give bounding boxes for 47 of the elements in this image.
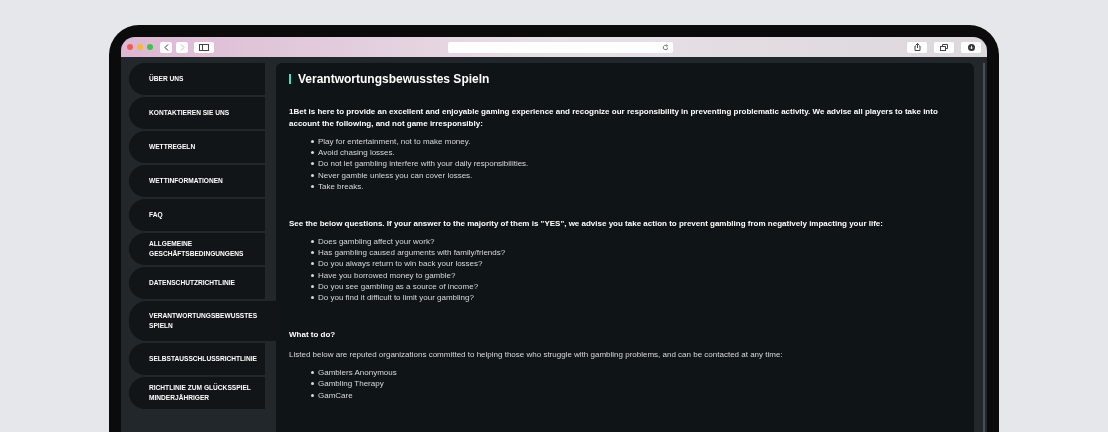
bullet-icon	[311, 184, 314, 188]
list-item: Never gamble unless you can cover losses.	[318, 169, 473, 181]
paragraph: See the below questions. If your answer to the majority of them is "YES", we advise you take action to prevent gambling from negatively impacting your life:	[289, 217, 884, 230]
list-item: Do you find it difficult to limit your gambling?	[318, 291, 474, 303]
download-icon	[967, 43, 975, 51]
bullet-icon	[311, 251, 314, 255]
chevron-right-icon	[179, 43, 185, 51]
list-item: Have you borrowed money to gamble?	[318, 269, 456, 281]
list-item: Has gambling caused arguments with family/friends?	[318, 247, 506, 259]
forward-button[interactable]	[176, 41, 188, 53]
list-item: Gambling Therapy	[318, 378, 384, 390]
reload-icon	[662, 43, 669, 51]
list-item: Avoid chasing losses.	[318, 147, 395, 159]
page-title: Verantwortungsbewusstes Spieln	[298, 71, 490, 88]
bullet-icon	[311, 371, 314, 375]
list-item: Do not let gambling interfere with your daily responsibilities.	[318, 158, 529, 170]
bullet-icon	[311, 140, 314, 144]
tabs-icon	[940, 43, 948, 51]
paragraph: 1Bet is here to provide an excellent and enjoyable gaming experience and recognize our responsibility in preventing problematic activity. We advise all players to take into account the following, and not game irresponsibly:	[289, 106, 939, 130]
bullet-icon	[311, 162, 314, 166]
list-item: Do you always return to win back your losses?	[318, 258, 483, 270]
list-item: Gamblers Anonymous	[318, 367, 397, 379]
list-item: Does gambling affect your work?	[318, 236, 435, 248]
bullet-icon	[311, 173, 314, 177]
back-button[interactable]	[160, 41, 172, 53]
bullet-icon	[311, 262, 314, 266]
bullet-icon	[311, 151, 314, 155]
accent-bar	[289, 74, 291, 84]
list-item: GamCare	[318, 389, 353, 401]
bullet-icon	[311, 284, 314, 288]
download-button[interactable]	[961, 41, 981, 53]
list-item: Play for entertainment, not to make money.	[318, 136, 471, 148]
paragraph: What to do?	[289, 329, 337, 342]
list-item: Do you see gambling as a source of income?	[318, 280, 479, 292]
bullet-icon	[311, 382, 314, 386]
sidebar-icon	[199, 43, 209, 51]
sidebar-toggle-button[interactable]	[194, 41, 214, 53]
bullet-icon	[311, 240, 314, 244]
bullet-icon	[311, 273, 314, 277]
bullet-icon	[311, 295, 314, 299]
bullet-icon	[311, 393, 314, 397]
share-icon	[913, 43, 921, 51]
paragraph: Listed below are reputed organizations committed to helping those who struggle with gambling problems, and can be contacted at any time:	[289, 349, 784, 362]
tabs-button[interactable]	[934, 41, 954, 53]
chevron-left-icon	[163, 43, 169, 51]
share-button[interactable]	[907, 41, 927, 53]
list-item: Take breaks.	[318, 180, 364, 192]
